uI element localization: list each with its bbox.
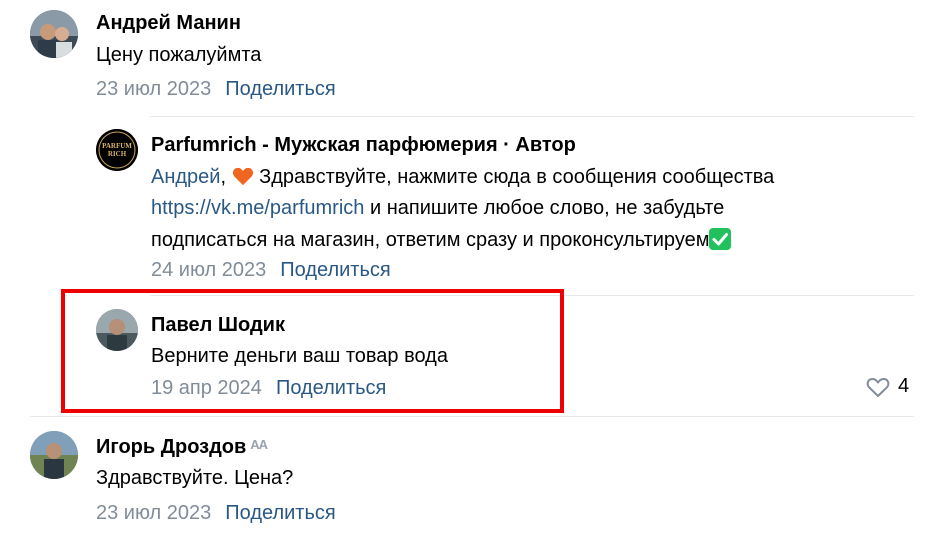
comment-author[interactable]: Андрей Манин (96, 11, 241, 35)
share-button[interactable]: Поделиться (225, 78, 335, 100)
comment-meta: 24 июл 2023 Поделиться (151, 258, 391, 282)
comment-text-part: подписаться на магазин, ответим сразу и … (151, 229, 710, 251)
like-heart-icon (866, 377, 890, 397)
avatar-photo (30, 431, 78, 479)
avatar-photo (96, 309, 138, 351)
comment-text-part: Здравствуйте, нажмите сюда в сообщения с… (253, 166, 775, 188)
comment-text: Верните деньги ваш товар вода (151, 345, 448, 367)
avatar[interactable] (30, 431, 78, 479)
reply-to-link[interactable]: Андрей (151, 166, 220, 188)
comment-text-line: https://vk.me/parfumrich и напишите любо… (151, 196, 724, 220)
comment-meta: 23 июл 2023 Поделиться (96, 501, 336, 525)
comment-date[interactable]: 19 апр 2024 (151, 377, 262, 399)
share-button[interactable]: Поделиться (225, 502, 335, 524)
check-mark-emoji-icon (709, 228, 732, 250)
community-link[interactable]: https://vk.me/parfumrich (151, 197, 364, 219)
divider (150, 116, 914, 117)
comment-text: Здравствуйте. Цена? (96, 467, 294, 489)
comment-author[interactable]: Игорь Дроздов AA (96, 433, 268, 459)
avatar[interactable]: PARFUM RICH (96, 129, 138, 171)
share-button[interactable]: Поделиться (276, 377, 386, 399)
avatar[interactable] (30, 10, 78, 58)
comment-text: Цену пожалуймта (96, 44, 262, 66)
share-button[interactable]: Поделиться (280, 259, 390, 281)
comment-date[interactable]: 24 июл 2023 (151, 259, 266, 281)
avatar[interactable] (96, 309, 138, 351)
divider (30, 416, 914, 417)
verified-badge-icon: AA (250, 437, 268, 452)
logo-text: PARFUM RICH (102, 142, 132, 158)
comment-text-line: подписаться на магазин, ответим сразу и … (151, 228, 732, 252)
comment-date[interactable]: 23 июл 2023 (96, 502, 211, 524)
comment-date[interactable]: 23 июл 2023 (96, 78, 211, 100)
comment-author[interactable]: Parfumrich - Мужская парфюмерия · Автор (151, 133, 576, 157)
like-count: 4 (898, 375, 910, 397)
comment-text-line: Андрей, Здравствуйте, нажмите сюда в соо… (151, 166, 775, 188)
comment-author[interactable]: Павел Шодик (151, 313, 285, 337)
comment-meta: 19 апр 2024 Поделиться (151, 376, 386, 400)
avatar-photo (30, 10, 78, 58)
comment-text-part: и напишите любое слово, не забудьте (364, 197, 725, 219)
heart-emoji-icon (232, 167, 253, 186)
like-button[interactable]: 4 (866, 375, 909, 398)
author-name: Игорь Дроздов (96, 436, 247, 458)
comment-meta: 23 июл 2023 Поделиться (96, 77, 336, 101)
